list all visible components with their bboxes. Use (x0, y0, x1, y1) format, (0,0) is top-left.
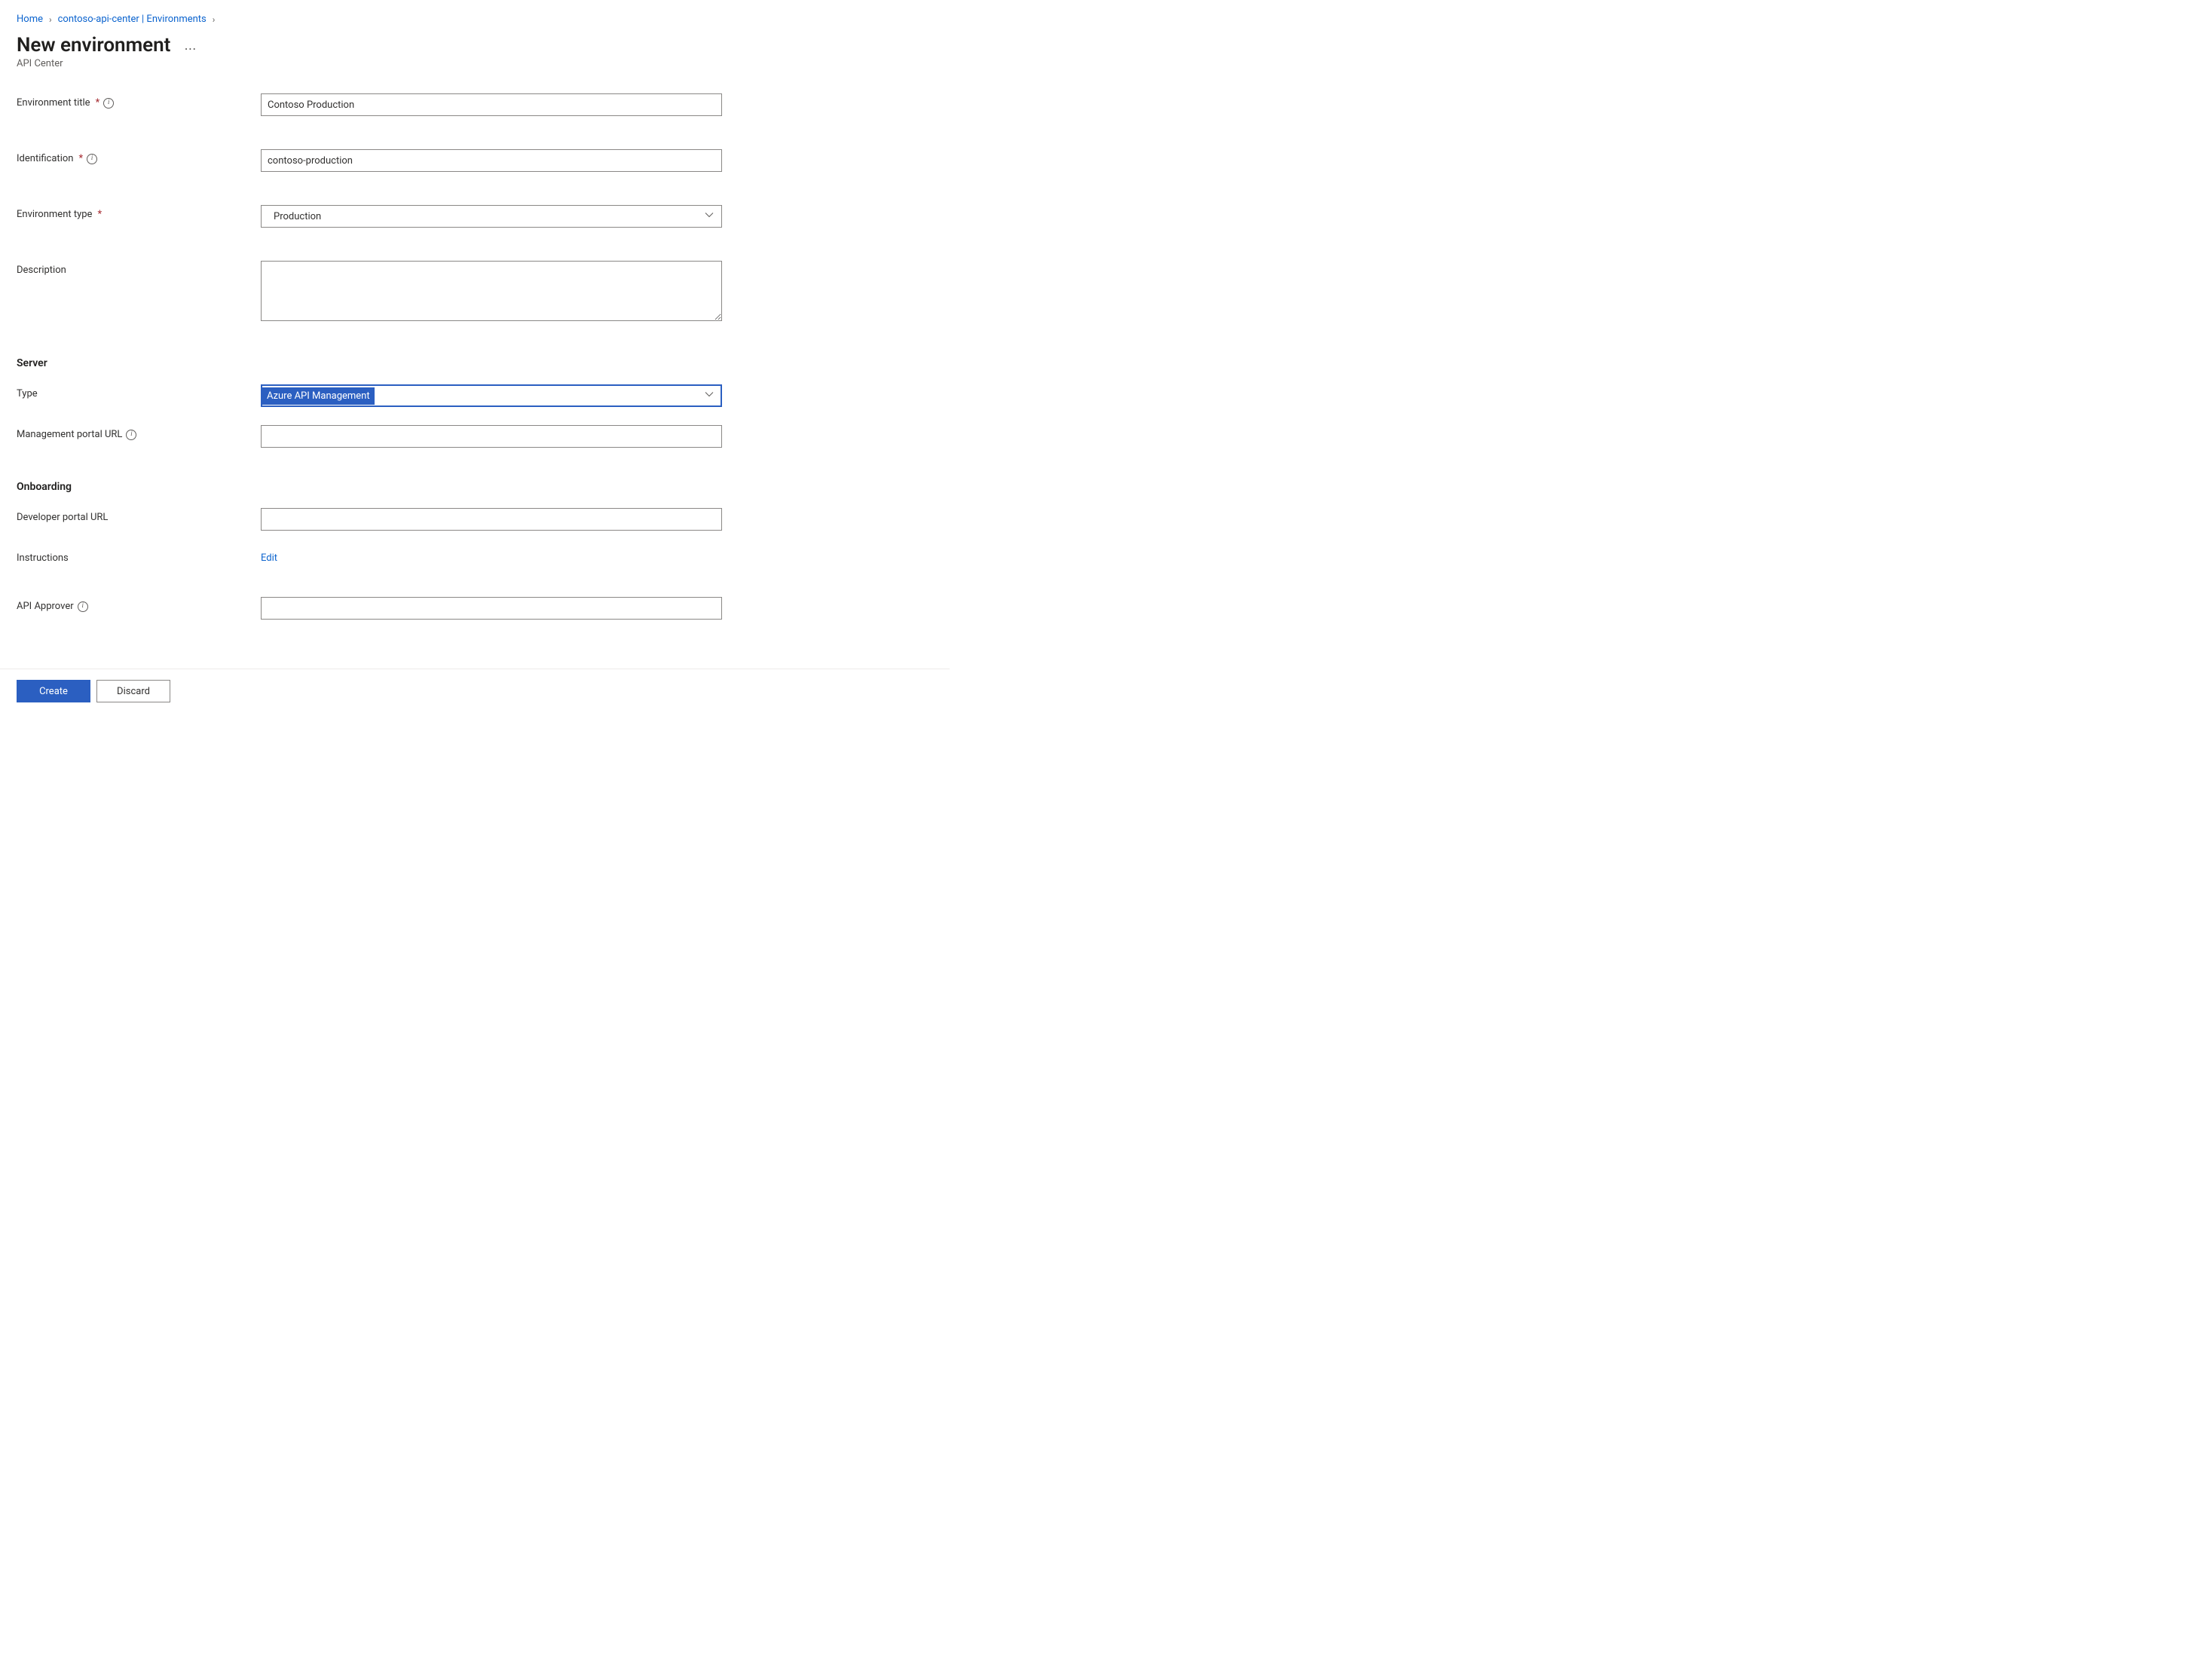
instructions-edit-link[interactable]: Edit (261, 549, 277, 564)
management-portal-url-label: Management portal URL i (17, 425, 261, 440)
info-icon[interactable]: i (103, 98, 114, 109)
developer-portal-url-input[interactable] (261, 508, 722, 531)
environment-type-select[interactable]: Production (261, 205, 722, 228)
discard-button[interactable]: Discard (96, 680, 170, 702)
chevron-right-icon: › (213, 14, 216, 25)
server-type-label: Type (17, 384, 261, 399)
instructions-label: Instructions (17, 549, 261, 564)
management-portal-url-input[interactable] (261, 425, 722, 448)
required-indicator: * (97, 209, 102, 220)
api-approver-input[interactable] (261, 597, 722, 620)
environment-title-input[interactable] (261, 93, 722, 116)
environment-title-label: Environment title* i (17, 93, 261, 109)
breadcrumb: Home › contoso-api-center | Environments… (17, 14, 933, 25)
page-subtitle: API Center (17, 58, 933, 69)
identification-input[interactable] (261, 149, 722, 172)
server-type-select[interactable]: Azure API Management (261, 384, 722, 407)
breadcrumb-center-environments[interactable]: contoso-api-center | Environments (58, 14, 207, 25)
info-icon[interactable]: i (126, 430, 136, 440)
info-icon[interactable]: i (78, 601, 88, 612)
server-section-heading: Server (17, 357, 933, 369)
required-indicator: * (78, 153, 83, 164)
environment-type-label: Environment type* (17, 205, 261, 220)
chevron-down-icon (705, 210, 714, 222)
page-title: New environment (17, 34, 170, 57)
identification-label: Identification* i (17, 149, 261, 164)
onboarding-section-heading: Onboarding (17, 481, 933, 493)
description-label: Description (17, 261, 261, 276)
description-textarea[interactable] (261, 261, 722, 321)
more-actions-button[interactable]: ⋯ (184, 41, 197, 56)
chevron-down-icon (705, 390, 714, 402)
info-icon[interactable]: i (87, 154, 97, 164)
developer-portal-url-label: Developer portal URL (17, 508, 261, 523)
required-indicator: * (96, 97, 100, 109)
create-button[interactable]: Create (17, 680, 90, 702)
footer-action-bar: Create Discard (0, 669, 950, 713)
breadcrumb-home[interactable]: Home (17, 14, 43, 25)
api-approver-label: API Approver i (17, 597, 261, 612)
chevron-right-icon: › (49, 14, 52, 25)
